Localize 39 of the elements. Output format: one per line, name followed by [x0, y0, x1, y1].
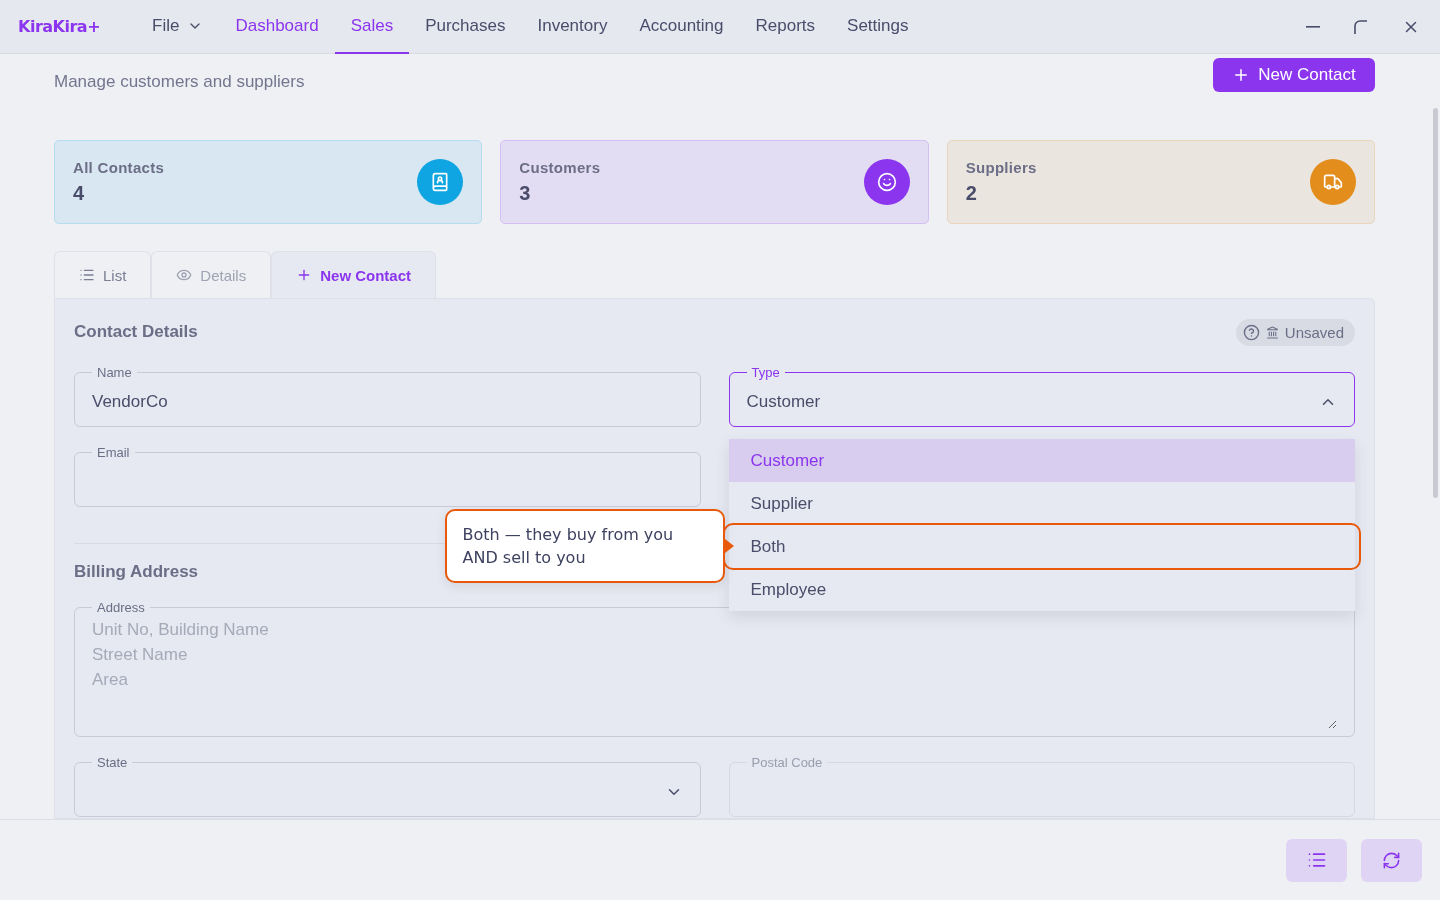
dropdown-option[interactable]: Supplier	[728, 482, 1355, 525]
name-field[interactable]: Name VendorCo	[74, 365, 701, 427]
menu-item[interactable]: File	[136, 0, 220, 54]
section-title: Billing Address	[74, 562, 200, 582]
name-input[interactable]: VendorCo	[92, 392, 683, 412]
stat-value: 2	[965, 182, 978, 205]
address-input[interactable]: Unit No, Building Name Street Name Area	[92, 617, 1337, 729]
field-label: Name	[96, 365, 133, 380]
field-label: Email	[96, 445, 131, 460]
nav-tab[interactable]: Accounting	[623, 0, 740, 54]
nav-tab[interactable]: Sales	[334, 0, 410, 54]
stat-value: 4	[73, 182, 86, 205]
page-subtitle: Manage customers and suppliers	[54, 72, 305, 92]
nav-tab[interactable]: Dashboard	[219, 0, 335, 54]
tooltip: Both — they buy from you AND sell to you	[444, 509, 725, 583]
type-select[interactable]: Type Customer	[728, 365, 1355, 427]
field-label: Postal Code	[750, 755, 824, 770]
tab[interactable]: List	[54, 251, 152, 298]
field-label: Type	[750, 365, 781, 380]
nav-tab[interactable]: Reports	[739, 0, 832, 54]
state-select[interactable]: State	[74, 755, 701, 817]
stat-label: Customers	[519, 159, 602, 176]
dropdown-option[interactable]: Both	[724, 525, 1359, 568]
stat-label: All Contacts	[73, 159, 166, 176]
address-field[interactable]: Address Unit No, Building Name Street Name Area	[74, 600, 1355, 737]
field-label: Address	[96, 600, 146, 615]
app-logo: KiraKira+	[18, 17, 101, 36]
nav-tab[interactable]: Settings	[831, 0, 925, 54]
section-title: Contact Details	[74, 322, 198, 342]
email-field[interactable]: Email	[74, 445, 701, 507]
stat-label: Suppliers	[965, 159, 1038, 176]
status-badge: Unsaved	[1235, 318, 1355, 346]
nav-tab[interactable]: Purchases	[409, 0, 522, 54]
stat-value: 3	[519, 182, 532, 205]
nav-tab[interactable]: Inventory	[521, 0, 624, 54]
new-contact-button[interactable]: New Contact	[1213, 58, 1375, 92]
dropdown-option[interactable]: Customer	[728, 439, 1355, 482]
field-label: State	[96, 755, 129, 770]
tab[interactable]: New Contact	[271, 251, 437, 298]
